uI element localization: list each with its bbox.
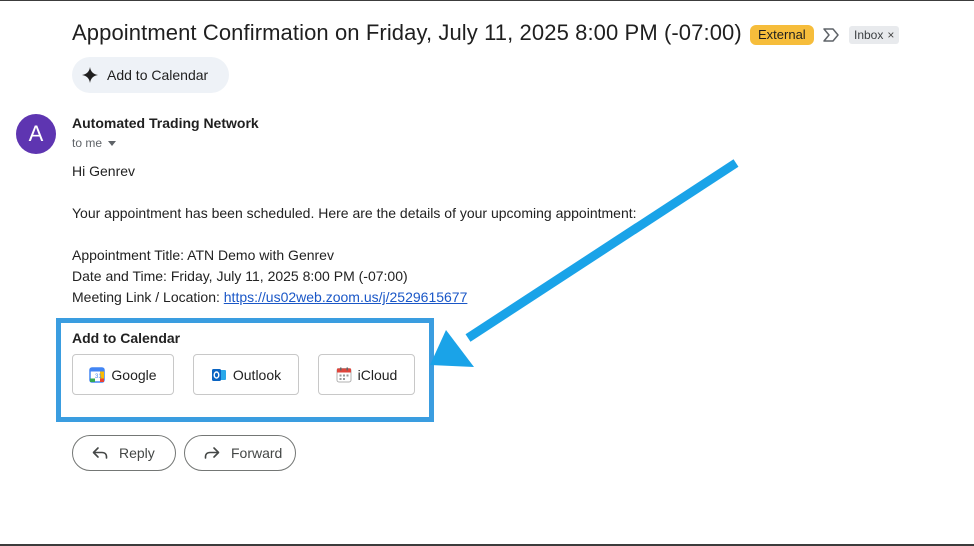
- sender-avatar[interactable]: A: [16, 114, 56, 154]
- inbox-label-text: Inbox: [854, 28, 884, 42]
- outlook-label: Outlook: [232, 366, 282, 383]
- forward-icon: [204, 447, 220, 459]
- intro-text: Your appointment has been scheduled. Her…: [72, 205, 637, 221]
- google-calendar-icon: 31: [89, 366, 106, 383]
- appointment-datetime: Date and Time: Friday, July 11, 2025 8:0…: [72, 268, 408, 284]
- reply-icon: [92, 447, 108, 459]
- forward-button[interactable]: Forward: [184, 435, 296, 471]
- recipient-label: to me: [72, 136, 103, 150]
- add-outlook-calendar-button[interactable]: Outlook: [193, 354, 299, 395]
- appointment-location: Meeting Link / Location: https://us02web…: [72, 289, 467, 305]
- email-subject: Appointment Confirmation on Friday, July…: [72, 20, 742, 45]
- add-to-calendar-chip[interactable]: Add to Calendar: [72, 57, 229, 93]
- reply-button[interactable]: Reply: [72, 435, 176, 471]
- google-label: Google: [111, 366, 157, 383]
- recipient-details-toggle[interactable]: to me: [72, 136, 117, 150]
- sparkle-icon: [82, 67, 98, 83]
- add-to-calendar-chip-label: Add to Calendar: [107, 67, 209, 83]
- chevron-down-icon: [108, 140, 117, 146]
- greeting: Hi Genrev: [72, 163, 136, 179]
- add-google-calendar-button[interactable]: 31 Google: [72, 354, 174, 395]
- inbox-label[interactable]: Inbox ×: [849, 26, 900, 44]
- important-marker-icon[interactable]: [822, 27, 840, 43]
- calendar-section-title: Add to Calendar: [72, 330, 181, 346]
- top-border: [0, 0, 974, 1]
- add-icloud-calendar-button[interactable]: iCloud: [318, 354, 415, 395]
- icloud-label: iCloud: [357, 366, 398, 383]
- icloud-calendar-icon: [336, 367, 352, 382]
- svg-text:31: 31: [95, 374, 102, 380]
- meeting-link[interactable]: https://us02web.zoom.us/j/2529615677: [224, 289, 468, 305]
- forward-label: Forward: [231, 445, 283, 461]
- reply-label: Reply: [119, 445, 155, 461]
- outlook-icon: [211, 368, 226, 381]
- location-label: Meeting Link / Location:: [72, 289, 224, 305]
- remove-label-icon[interactable]: ×: [887, 28, 894, 42]
- appointment-title: Appointment Title: ATN Demo with Genrev: [72, 247, 334, 263]
- external-badge: External: [750, 25, 814, 45]
- sender-name[interactable]: Automated Trading Network: [72, 115, 259, 131]
